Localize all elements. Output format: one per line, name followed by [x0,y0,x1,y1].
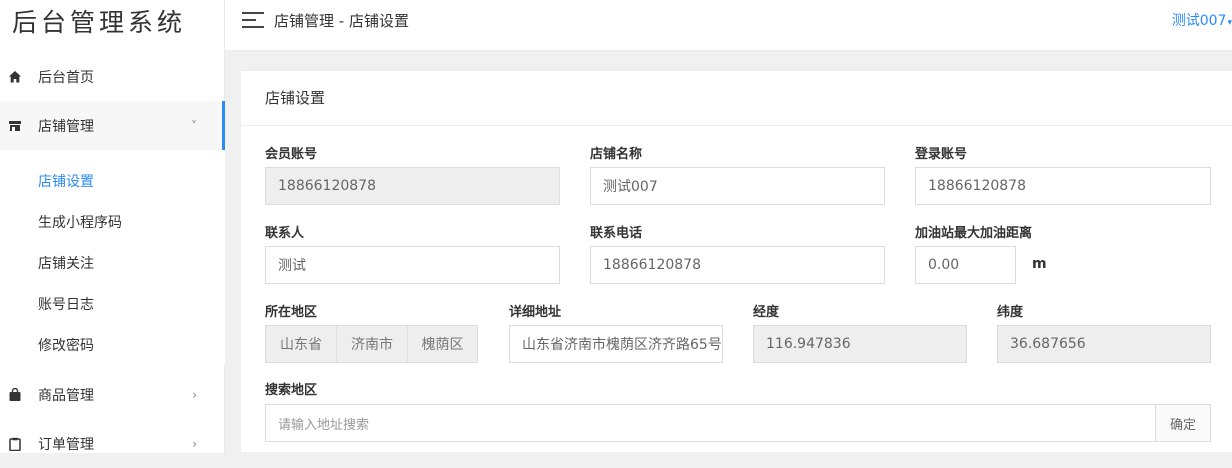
contact-input[interactable]: 测试 [265,246,560,284]
contact-label: 联系人 [265,226,305,241]
confirm-search-button[interactable]: 确定 [1155,404,1211,442]
sidebar-item-label: 商品管理 [38,387,94,404]
menu-toggle-icon[interactable] [242,12,264,28]
bag-icon [8,387,22,402]
sidebar-item-store[interactable]: 店铺管理 ˅ [0,101,225,150]
phone-label: 联系电话 [590,226,643,241]
latitude-label: 纬度 [997,305,1024,320]
chevron-right-icon: › [192,387,197,402]
breadcrumb: 店铺管理 - 店铺设置 [274,12,409,30]
store-submenu: 店铺设置 生成小程序码 店铺关注 账号日志 修改密码 [0,150,225,365]
store-name-label: 店铺名称 [590,147,643,162]
sidebar: 后台管理系统 后台首页 店铺管理 ˅ 店铺设置 生成小程序码 店铺关注 账号日志… [0,0,225,453]
sidebar-item-miniprogram-code[interactable]: 生成小程序码 [0,201,225,242]
region-selector: 山东省 济南市 槐荫区 [265,325,478,363]
member-account-label: 会员账号 [265,147,318,162]
store-name-input[interactable]: 测试007 [590,167,885,205]
phone-input[interactable]: 18866120878 [590,246,885,284]
longitude-field: 116.947836 [753,325,967,363]
search-region-label: 搜索地区 [265,383,318,398]
district-select[interactable]: 槐荫区 [407,325,478,363]
user-name: 测试007 [1171,13,1227,29]
sidebar-item-account-log[interactable]: 账号日志 [0,283,225,324]
app-logo: 后台管理系统 [12,8,187,37]
card-title: 店铺设置 [241,71,1232,126]
clipboard-icon [8,437,22,451]
longitude-label: 经度 [753,305,780,320]
distance-unit: m [1032,256,1047,272]
chevron-down-icon: ˅ [191,118,197,133]
sidebar-item-home[interactable]: 后台首页 [0,52,225,101]
store-settings-card: 店铺设置 会员账号 18866120878 店铺名称 测试007 登录账号 18… [240,70,1232,453]
address-search-input[interactable]: 请输入地址搜索 [265,404,1155,442]
login-account-label: 登录账号 [915,147,968,162]
sidebar-item-label: 店铺管理 [38,118,94,135]
home-icon [8,70,22,84]
province-select[interactable]: 山东省 [265,325,337,363]
user-menu[interactable]: 测试007▾ [1172,10,1232,30]
region-label: 所在地区 [265,305,318,320]
city-select[interactable]: 济南市 [336,325,408,363]
caret-down-icon: ▾ [1227,18,1232,28]
sidebar-menu: 后台首页 店铺管理 ˅ 店铺设置 生成小程序码 店铺关注 账号日志 修改密码 商… [0,52,225,468]
top-header: 店铺管理 - 店铺设置 测试007▾ [225,0,1232,51]
login-account-input[interactable]: 18866120878 [915,167,1211,205]
sidebar-item-label: 后台首页 [38,69,94,86]
max-distance-label: 加油站最大加油距离 [915,226,1033,241]
chevron-right-icon: › [192,436,197,451]
store-icon [8,119,22,133]
latitude-field: 36.687656 [997,325,1211,363]
member-account-field: 18866120878 [265,167,560,205]
sidebar-item-label: 订单管理 [38,436,94,453]
address-input[interactable]: 山东省济南市槐荫区济齐路65号 [509,325,723,363]
sidebar-item-change-password[interactable]: 修改密码 [0,324,225,365]
sidebar-item-orders[interactable]: 订单管理 › [0,419,225,468]
address-label: 详细地址 [509,305,562,320]
sidebar-item-goods[interactable]: 商品管理 › [0,370,225,419]
max-distance-input[interactable]: 0.00 [915,246,1016,284]
sidebar-item-store-follow[interactable]: 店铺关注 [0,242,225,283]
sidebar-item-store-settings[interactable]: 店铺设置 [0,150,225,201]
address-search-group: 请输入地址搜索 确定 [265,404,1211,442]
